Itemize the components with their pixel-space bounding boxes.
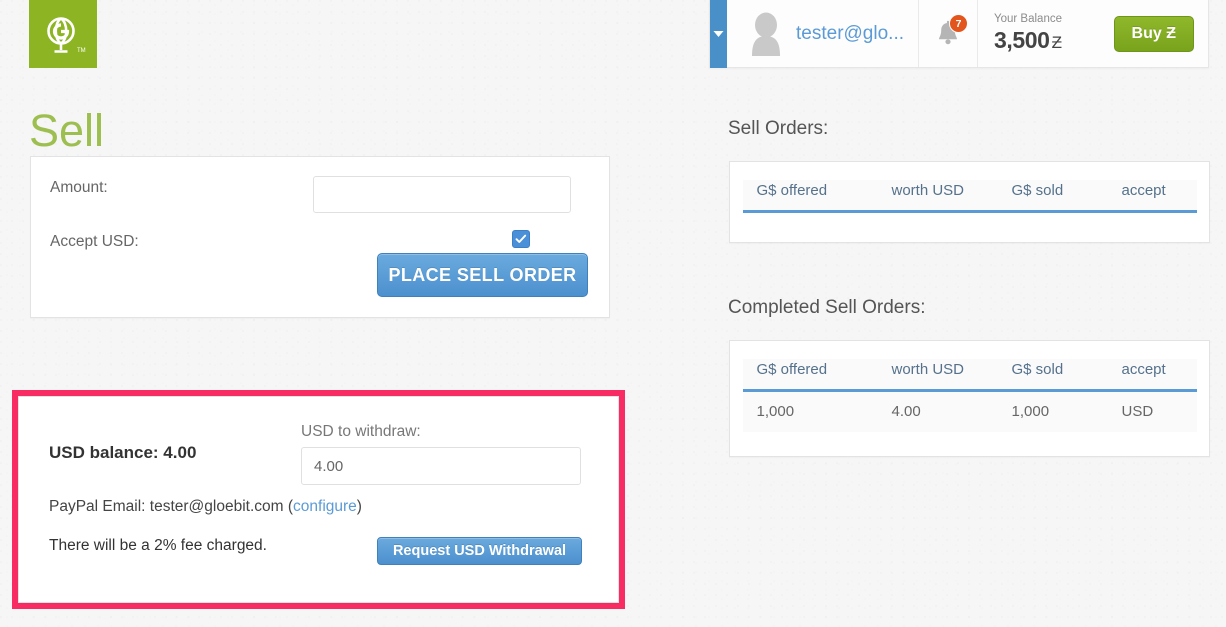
usd-to-withdraw-input[interactable] xyxy=(301,447,581,485)
fee-notice: There will be a 2% fee charged. xyxy=(49,537,267,554)
column-header: G$ offered xyxy=(742,359,892,392)
amount-input[interactable] xyxy=(313,176,571,213)
gloebit-logo[interactable]: TM xyxy=(29,0,97,68)
avatar xyxy=(746,12,786,56)
balance-amount: 3,500 xyxy=(994,27,1050,54)
user-avatar-icon xyxy=(752,12,780,56)
paypal-configure-link[interactable]: configure xyxy=(293,498,357,515)
buy-cell: Buy Ƶ xyxy=(1113,0,1208,67)
buy-button[interactable]: Buy Ƶ xyxy=(1113,15,1194,52)
user-email-label: tester@glo... xyxy=(796,22,904,44)
usd-to-withdraw-label: USD to withdraw: xyxy=(301,423,421,440)
gloebit-currency-icon: Ƶ xyxy=(1051,33,1062,53)
balance-cell: Your Balance 3,500 Ƶ xyxy=(978,0,1114,67)
column-header: G$ offered xyxy=(742,180,892,213)
balance-caption: Your Balance xyxy=(994,13,1062,26)
accept-usd-checkbox[interactable] xyxy=(512,230,530,248)
sell-order-form-panel: Amount: Accept USD: PLACE SELL ORDER xyxy=(30,156,610,318)
cell-g-offered: 1,000 xyxy=(742,390,892,432)
cell-g-sold: 1,000 xyxy=(1011,390,1122,432)
balance-value: 3,500 Ƶ xyxy=(994,27,1114,53)
sell-orders-panel: G$ offered worth USD G$ sold accept xyxy=(729,161,1210,243)
paypal-email-suffix: ) xyxy=(356,498,362,515)
accept-usd-label: Accept USD: xyxy=(50,233,139,250)
column-header: worth USD xyxy=(891,180,1012,213)
account-top-bar: tester@glo... 7 Your Balance 3,500 Ƶ Buy … xyxy=(709,0,1209,68)
amount-label: Amount: xyxy=(50,179,108,196)
user-account-cell[interactable]: tester@glo... xyxy=(727,0,919,67)
table-header-row: G$ offered worth USD G$ sold accept xyxy=(742,180,1197,213)
chevron-down-icon xyxy=(713,31,724,37)
trademark-mark: TM xyxy=(77,48,86,54)
sidebar-toggle-tab[interactable] xyxy=(710,0,727,68)
check-icon xyxy=(515,234,527,243)
usd-balance-label: USD balance: 4.00 xyxy=(49,443,197,462)
notification-count-badge: 7 xyxy=(949,14,968,33)
paypal-email-text: PayPal Email: tester@gloebit.com ( xyxy=(49,498,294,515)
usd-withdrawal-panel: USD balance: 4.00 USD to withdraw: PayPa… xyxy=(18,396,619,603)
notifications-button[interactable]: 7 xyxy=(919,0,978,67)
page-title: Sell xyxy=(29,105,105,156)
column-header: G$ sold xyxy=(1011,180,1122,213)
paypal-email-line: PayPal Email: tester@gloebit.com (config… xyxy=(49,498,362,516)
request-usd-withdrawal-button[interactable]: Request USD Withdrawal xyxy=(377,537,582,565)
orders-right-column: tester@glo... 7 Your Balance 3,500 Ƶ Buy … xyxy=(690,0,1226,627)
table-header-row: G$ offered worth USD G$ sold accept xyxy=(742,359,1197,392)
column-header: G$ sold xyxy=(1011,359,1122,392)
cell-worth-usd: 4.00 xyxy=(891,390,1012,432)
completed-sell-orders-table-body: 1,000 4.00 1,000 USD xyxy=(742,390,1197,432)
table-row: 1,000 4.00 1,000 USD xyxy=(742,390,1197,432)
column-header: accept xyxy=(1121,180,1197,213)
column-header: accept xyxy=(1121,359,1197,392)
completed-sell-orders-panel: G$ offered worth USD G$ sold accept 1,00… xyxy=(729,340,1210,457)
sell-orders-table: G$ offered worth USD G$ sold accept xyxy=(742,180,1197,213)
sell-orders-heading: Sell Orders: xyxy=(728,118,829,139)
completed-sell-orders-heading: Completed Sell Orders: xyxy=(728,297,926,318)
place-sell-order-button[interactable]: PLACE SELL ORDER xyxy=(377,253,588,297)
sell-page-left-column: TM Sell Amount: Accept USD: PLACE SELL O… xyxy=(0,0,690,627)
column-header: worth USD xyxy=(891,359,1012,392)
completed-sell-orders-table: G$ offered worth USD G$ sold accept 1,00… xyxy=(742,359,1197,432)
cell-accept: USD xyxy=(1121,390,1197,432)
